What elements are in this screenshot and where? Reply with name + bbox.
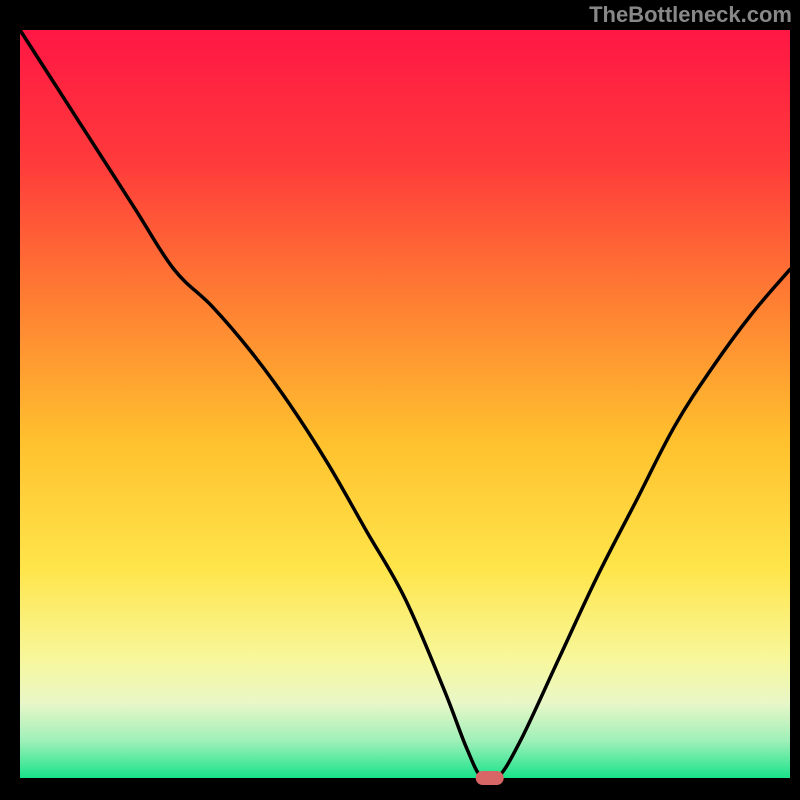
bottleneck-chart-svg [0, 0, 800, 800]
chart-root: TheBottleneck.com [0, 0, 800, 800]
optimum-marker [476, 771, 504, 785]
plot-background [20, 30, 790, 778]
watermark-text: TheBottleneck.com [589, 2, 792, 28]
